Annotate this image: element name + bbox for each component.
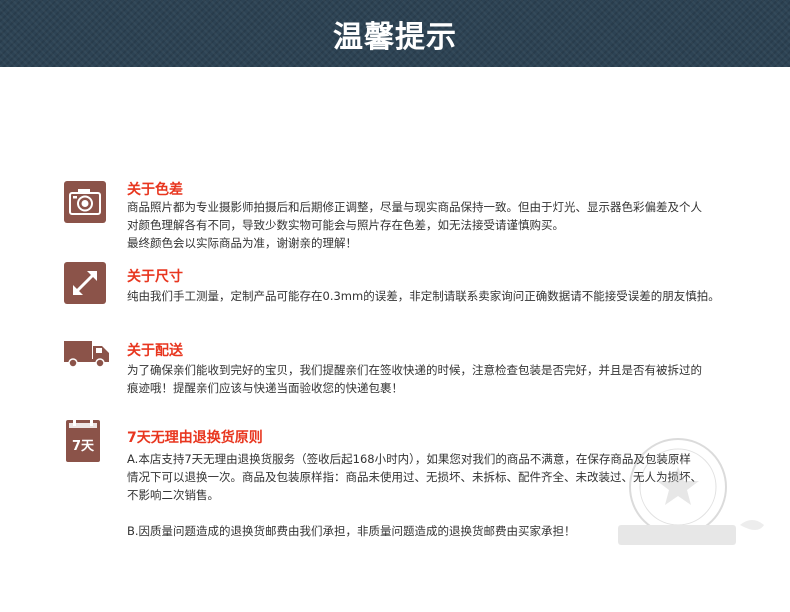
section-title: 关于配送 [127, 343, 183, 359]
truck-icon [62, 337, 112, 369]
section-line: 纯由我们手工测量，定制产品可能存在0.3mm的误差，非定制请联系卖家询问正确数据… [127, 289, 720, 303]
section-line: 商品照片都为专业摄影师拍摄后和后期修正调整，尽量与现实商品保持一致。但由于灯光、… [127, 200, 702, 214]
header-banner: 温馨提示 [0, 0, 790, 67]
section-title: 关于尺寸 [127, 269, 183, 285]
section-title: 7天无理由退换货原则 [127, 430, 263, 446]
section-line: 痕迹哦！提醒亲们应该与快递当面验收您的快递包裹！ [127, 381, 403, 395]
section-body: 为了确保亲们能收到完好的宝贝，我们提醒亲们在签收快递的时候，注意检查包装是否完好… [127, 361, 702, 397]
section-line: 最终颜色会以实际商品为准，谢谢亲的理解！ [127, 236, 357, 250]
section-line: 为了确保亲们能收到完好的宝贝，我们提醒亲们在签收快递的时候，注意检查包装是否完好… [127, 363, 702, 377]
section-body: 商品照片都为专业摄影师拍摄后和后期修正调整，尽量与现实商品保持一致。但由于灯光、… [127, 198, 702, 252]
section-line: 对颜色理解各有不同，导致少数实物可能会与照片存在色差，如无法接受请谨慎购买。 [127, 218, 564, 232]
camera-icon [64, 181, 106, 223]
section-title: 关于色差 [127, 182, 183, 198]
section-body: 纯由我们手工测量，定制产品可能存在0.3mm的误差，非定制请联系卖家询问正确数据… [127, 287, 720, 305]
calendar-label: 7天 [72, 439, 95, 454]
calendar-7-days-icon: 7天 [66, 420, 100, 462]
store-seal-watermark [600, 425, 775, 555]
page-title: 温馨提示 [333, 19, 457, 55]
resize-arrow-icon [64, 262, 106, 304]
